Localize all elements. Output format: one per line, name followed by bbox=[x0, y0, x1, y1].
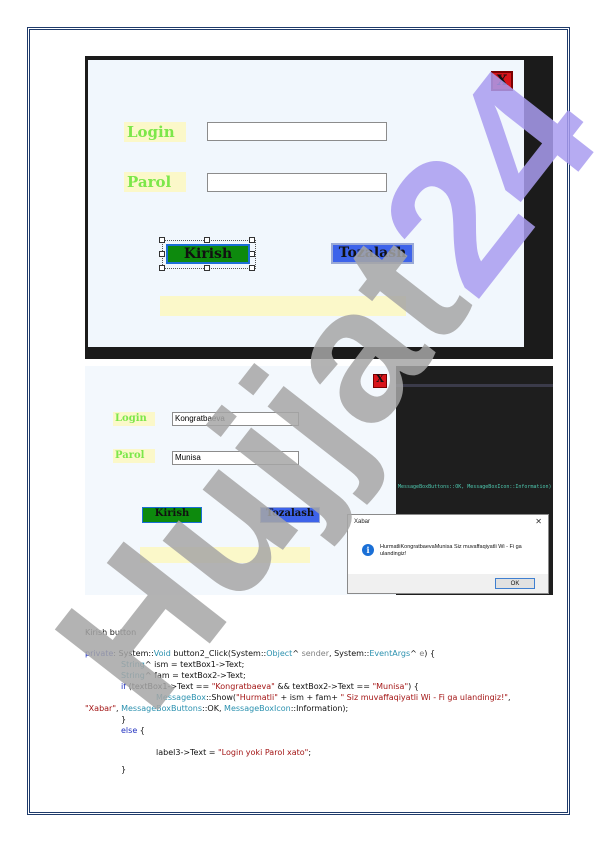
code-token: ::OK, bbox=[202, 704, 225, 713]
resize-handle[interactable] bbox=[249, 237, 255, 243]
kirish-button[interactable]: Kirish bbox=[166, 244, 250, 264]
resize-handle[interactable] bbox=[159, 265, 165, 271]
code-token: ::Show( bbox=[205, 693, 237, 702]
code-token: sender bbox=[301, 649, 330, 658]
code-token: MessageBox bbox=[156, 693, 206, 702]
ide-tab-bar bbox=[396, 384, 553, 387]
resize-handle[interactable] bbox=[249, 265, 255, 271]
code-token: ^ fam = textBox2->Text; bbox=[144, 671, 246, 680]
code-token: else bbox=[121, 726, 138, 735]
code-token: Object bbox=[266, 649, 293, 658]
code-token: { bbox=[137, 726, 145, 735]
resize-handle[interactable] bbox=[204, 265, 210, 271]
code-line-9: label3->Text = "Login yoki Parol xato"; bbox=[156, 747, 311, 758]
parol-textbox[interactable]: Munisa bbox=[172, 451, 299, 465]
code-token: (textBox1->Text == bbox=[126, 682, 212, 691]
code-line-6: "Xabar", MessageBoxButtons::OK, MessageB… bbox=[85, 703, 348, 714]
code-token: "Xabar" bbox=[85, 704, 117, 713]
code-token: button2_Click(System:: bbox=[170, 649, 267, 658]
code-token: ^ ism = textBox1->Text; bbox=[144, 660, 245, 669]
code-token: "Login yoki Parol xato" bbox=[218, 748, 309, 757]
resize-handle[interactable] bbox=[204, 237, 210, 243]
code-token: , bbox=[507, 693, 511, 702]
close-button[interactable]: X bbox=[373, 374, 387, 388]
code-token: && textBox2->Text == bbox=[274, 682, 373, 691]
close-button[interactable]: X bbox=[491, 71, 513, 91]
code-line-7: } bbox=[121, 715, 127, 724]
message-box: Xabar ✕ i HurmatliKongratbaevaMunisa Siz… bbox=[347, 514, 549, 594]
code-token: ; bbox=[308, 748, 312, 757]
login-label: Login bbox=[124, 122, 186, 142]
code-line-1: private: System::Void button2_Click(Syst… bbox=[85, 648, 435, 659]
code-token: + ism + fam+ bbox=[277, 693, 341, 702]
code-token: "Kongratbaeva" bbox=[211, 682, 275, 691]
parol-label: Parol bbox=[124, 172, 186, 192]
code-token: "Munisa" bbox=[372, 682, 409, 691]
ide-code-snippet: MessageBoxButtons::OK, MessageBoxIcon::I… bbox=[398, 484, 552, 490]
code-line-2: String^ ism = textBox1->Text; bbox=[121, 659, 244, 670]
code-line-5: MessageBox::Show("Hurmatli" + ism + fam+… bbox=[156, 692, 511, 703]
code-token: Void bbox=[153, 649, 171, 658]
result-label bbox=[140, 547, 310, 563]
section-caption: Kirish button bbox=[85, 628, 137, 637]
code-token: EventArgs bbox=[369, 649, 411, 658]
resize-handle[interactable] bbox=[159, 251, 165, 257]
code-line-3: String^ fam = textBox2->Text; bbox=[121, 670, 246, 681]
message-box-title: Xabar bbox=[354, 519, 371, 525]
code-token: ) { bbox=[408, 682, 419, 691]
message-box-footer: OK bbox=[348, 574, 548, 593]
login-textbox[interactable] bbox=[207, 122, 387, 141]
code-line-4: if (textBox1->Text == "Kongratbaeva" && … bbox=[121, 681, 419, 692]
code-token: MessageBoxButtons bbox=[121, 704, 203, 713]
code-token: "Hurmatli" bbox=[236, 693, 278, 702]
kirish-button[interactable]: Kirish bbox=[142, 507, 202, 523]
code-line-10: } bbox=[121, 765, 127, 774]
info-icon: i bbox=[362, 544, 374, 556]
login-label: Login bbox=[113, 412, 155, 426]
code-token: String bbox=[121, 660, 145, 669]
resize-handle[interactable] bbox=[159, 237, 165, 243]
code-token: ) { bbox=[424, 649, 436, 658]
code-token: ::Information); bbox=[290, 704, 349, 713]
parol-textbox[interactable] bbox=[207, 173, 387, 192]
code-token: : System:: bbox=[113, 649, 154, 658]
tozalash-button[interactable]: Tozalash bbox=[331, 243, 414, 264]
result-label bbox=[160, 296, 406, 316]
code-token: ^ bbox=[292, 649, 302, 658]
ok-button[interactable]: OK bbox=[495, 578, 535, 589]
code-token: ^ bbox=[410, 649, 420, 658]
designer-form: X Login Parol Kirish Tozalash bbox=[88, 60, 524, 347]
code-token: " Siz muvaffaqiyatli Wi - Fi ga ulanding… bbox=[340, 693, 508, 702]
code-line-8: else { bbox=[121, 725, 145, 736]
tozalash-button[interactable]: Tozalash bbox=[260, 507, 320, 523]
code-token: private bbox=[85, 649, 114, 658]
close-icon[interactable]: ✕ bbox=[535, 517, 542, 526]
code-token: MessageBoxIcon bbox=[224, 704, 291, 713]
code-token: label3->Text = bbox=[156, 748, 218, 757]
parol-label: Parol bbox=[113, 449, 155, 463]
message-box-text: HurmatliKongratbaevaMunisa Siz muvaffaqi… bbox=[380, 544, 522, 557]
designer-screenshot: X Login Parol Kirish Tozalash bbox=[85, 56, 553, 359]
code-token: , System:: bbox=[329, 649, 370, 658]
login-textbox[interactable]: Kongratbaeva bbox=[172, 412, 299, 426]
code-token: String bbox=[121, 671, 145, 680]
